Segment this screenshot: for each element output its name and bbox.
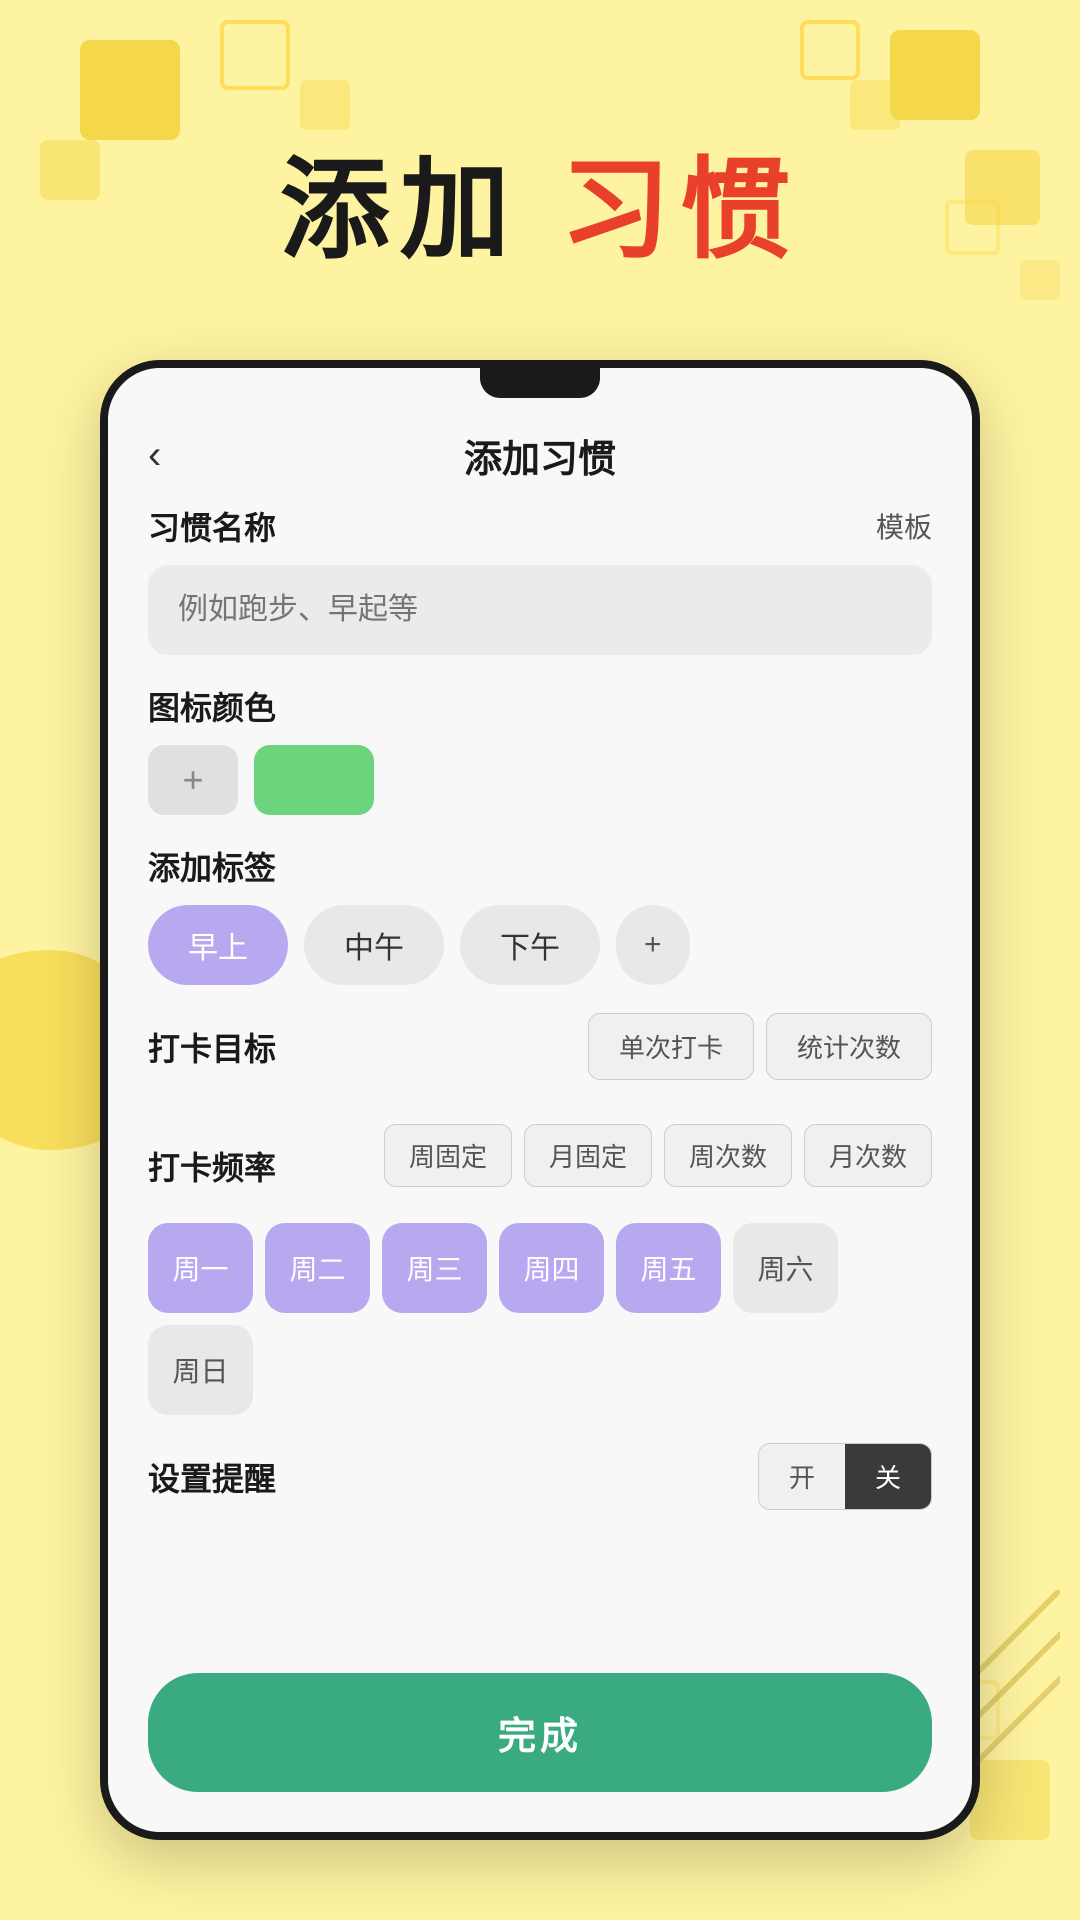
freq-monthly-count[interactable]: 月次数 (804, 1124, 932, 1187)
tag-noon[interactable]: 中午 (304, 905, 444, 985)
title-part1: 添加 (280, 149, 520, 272)
day-saturday[interactable]: 周六 (733, 1223, 838, 1313)
freq-weekly-count[interactable]: 周次数 (664, 1124, 792, 1187)
goal-header: 打卡目标 单次打卡 统计次数 (148, 1013, 932, 1080)
icon-color-section: 图标颜色 + (148, 683, 932, 815)
complete-button[interactable]: 完成 (148, 1673, 932, 1792)
icon-color-row: + (148, 745, 932, 815)
day-friday[interactable]: 周五 (616, 1223, 721, 1313)
title-part2: 习惯 (560, 149, 800, 272)
day-buttons: 周一 周二 周三 周四 周五 周六 周日 (148, 1223, 932, 1415)
day-tuesday[interactable]: 周二 (265, 1223, 370, 1313)
template-action[interactable]: 模板 (876, 506, 932, 546)
frequency-options: 周固定 月固定 周次数 月次数 (384, 1124, 932, 1187)
habit-name-input[interactable] (148, 565, 932, 655)
habit-name-label: 习惯名称 (148, 503, 276, 549)
goal-section: 打卡目标 单次打卡 统计次数 (148, 1013, 932, 1096)
icon-color-label: 图标颜色 (148, 683, 276, 729)
reminder-section: 设置提醒 开 关 (148, 1443, 932, 1510)
app-content: ‹ 添加习惯 习惯名称 模板 图标颜色 + (108, 398, 972, 1653)
freq-weekly-fixed[interactable]: 周固定 (384, 1124, 512, 1187)
freq-monthly-fixed[interactable]: 月固定 (524, 1124, 652, 1187)
goal-label: 打卡目标 (148, 1024, 276, 1070)
tag-morning[interactable]: 早上 (148, 905, 288, 985)
phone-frame: ‹ 添加习惯 习惯名称 模板 图标颜色 + (100, 360, 980, 1840)
day-sunday[interactable]: 周日 (148, 1325, 253, 1415)
back-button[interactable]: ‹ (148, 433, 161, 478)
reminder-label: 设置提醒 (148, 1454, 276, 1500)
plus-icon: + (182, 759, 203, 801)
reminder-on-button[interactable]: 开 (759, 1444, 845, 1509)
tag-row: 早上 中午 下午 + (148, 905, 932, 985)
day-monday[interactable]: 周一 (148, 1223, 253, 1313)
frequency-header: 打卡频率 周固定 月固定 周次数 月次数 (148, 1124, 932, 1207)
page-title-area: 添加 习惯 (0, 120, 1080, 280)
goal-single-checkin[interactable]: 单次打卡 (588, 1013, 754, 1080)
phone-inner: ‹ 添加习惯 习惯名称 模板 图标颜色 + (108, 368, 972, 1832)
frequency-section: 打卡频率 周固定 月固定 周次数 月次数 周一 周二 周三 周四 周五 周六 周… (148, 1124, 932, 1415)
tag-add-button[interactable]: + (616, 905, 690, 985)
frequency-label: 打卡频率 (148, 1143, 276, 1189)
complete-button-area: 完成 (108, 1653, 972, 1832)
tags-label: 添加标签 (148, 843, 276, 889)
habit-name-header: 习惯名称 模板 (148, 503, 932, 549)
icon-color-header: 图标颜色 (148, 683, 932, 729)
header-title: 添加习惯 (464, 428, 616, 483)
app-header: ‹ 添加习惯 (148, 398, 932, 503)
day-thursday[interactable]: 周四 (499, 1223, 604, 1313)
goal-options-row: 单次打卡 统计次数 (588, 1013, 932, 1080)
tags-header: 添加标签 (148, 843, 932, 889)
reminder-toggle: 开 关 (758, 1443, 932, 1510)
goal-count-stats[interactable]: 统计次数 (766, 1013, 932, 1080)
reminder-row: 设置提醒 开 关 (148, 1443, 932, 1510)
reminder-off-button[interactable]: 关 (845, 1444, 931, 1509)
day-wednesday[interactable]: 周三 (382, 1223, 487, 1313)
icon-add-button[interactable]: + (148, 745, 238, 815)
color-swatch-green[interactable] (254, 745, 374, 815)
tags-section: 添加标签 早上 中午 下午 + (148, 843, 932, 985)
tag-afternoon[interactable]: 下午 (460, 905, 600, 985)
phone-notch (480, 368, 600, 398)
habit-name-section: 习惯名称 模板 (148, 503, 932, 655)
